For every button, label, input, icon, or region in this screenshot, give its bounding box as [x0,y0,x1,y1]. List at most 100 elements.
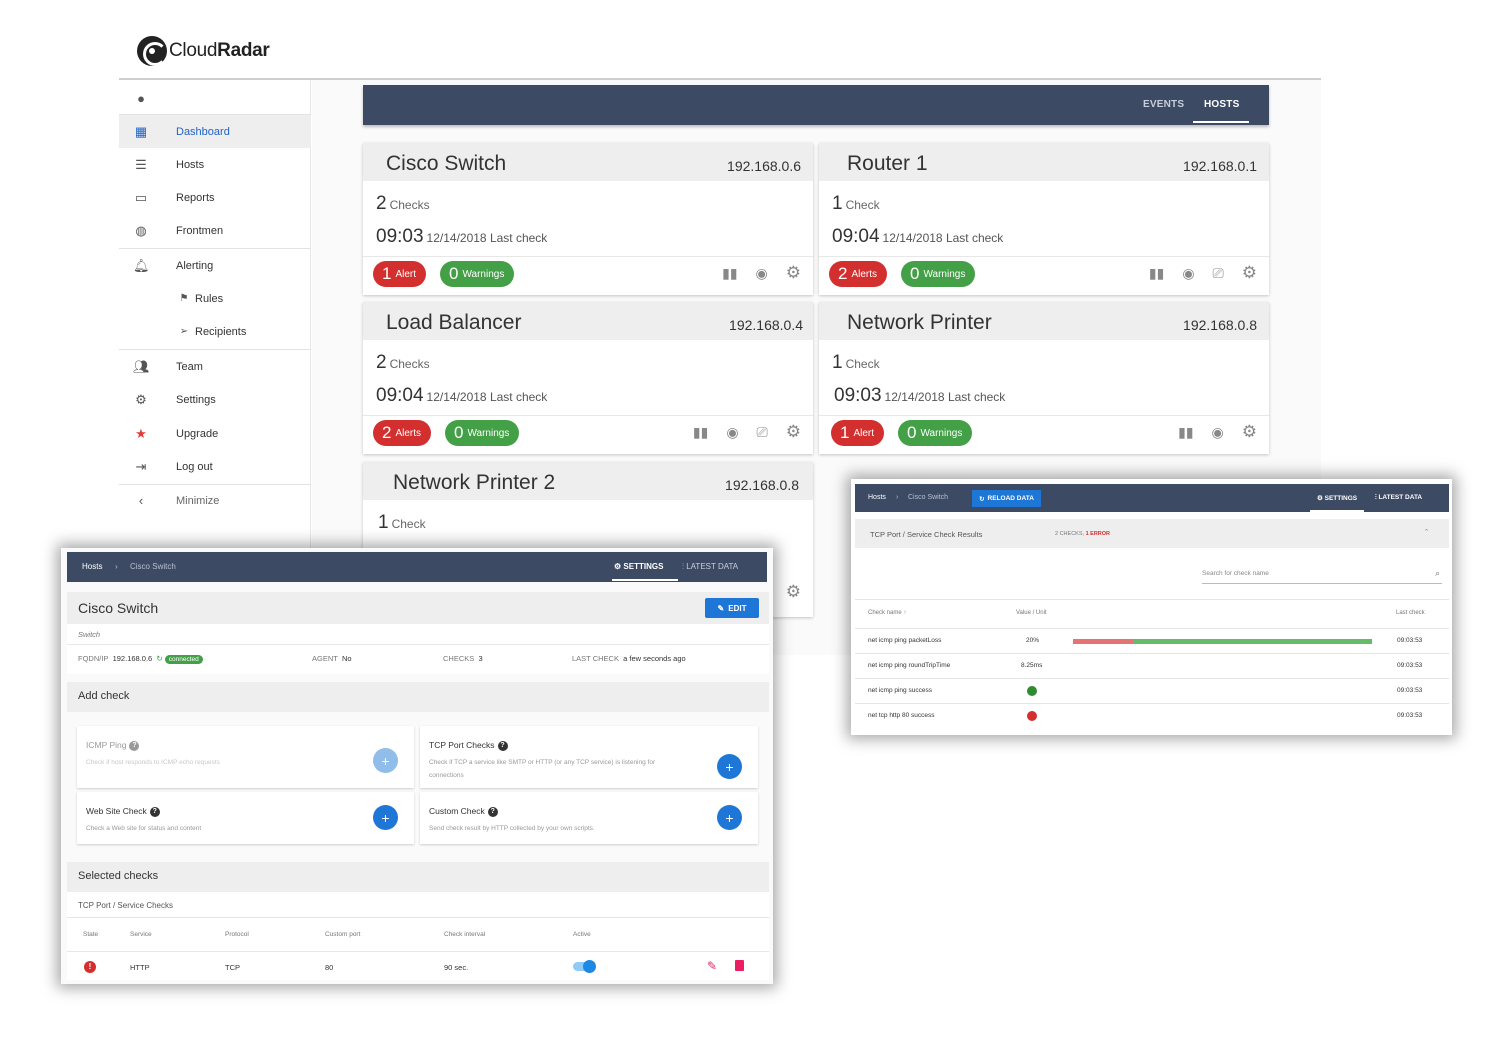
bar-chart-icon[interactable]: ▮▮ [722,265,737,282]
column-header-name[interactable]: Check name ↑ [868,610,906,616]
column-header[interactable]: Check interval [444,931,485,938]
column-header-last[interactable]: Last check [1396,610,1425,616]
reload-data-button[interactable]: ↻ RELOAD DATA [972,490,1041,507]
tab-underline [1310,510,1364,512]
sidebar-item-alerting[interactable]: 🔔︎ Alerting [119,249,311,282]
eye-icon[interactable]: ◉ [1182,265,1194,282]
host-card[interactable]: Cisco Switch 192.168.0.6 2 Checks 09:03 12… [363,143,813,295]
column-header[interactable]: Protocol [225,931,249,938]
sidebar-item-minimize[interactable]: ‹ Minimize [119,484,311,517]
host-card[interactable]: Load Balancer 192.168.0.4 2 Checks 09:04 1… [363,302,813,454]
eye-icon[interactable]: ◉ [756,265,768,282]
bar-chart-icon[interactable]: ▮▮ [1178,424,1193,441]
sidebar-item-hosts[interactable]: ☰ Hosts [119,148,311,181]
host-info-header [67,592,769,624]
check-type-custom[interactable]: Custom Check? Send check result by HTTP … [420,792,758,844]
add-icmp-button[interactable]: + [373,748,398,773]
sidebar-item-team[interactable]: 👥︎ Team [119,350,311,383]
breadcrumb-hosts[interactable]: Hosts [868,494,886,501]
alerts-badge[interactable]: 1 Alert [831,420,885,446]
list-icon: ☰ [135,156,147,172]
check-type-tcp[interactable]: TCP Port Checks? Check if TCP a service … [420,726,758,788]
add-website-button[interactable]: + [373,805,398,830]
tab-settings[interactable]: ⚙ SETTINGS [614,562,663,571]
edit-button[interactable]: ✎ EDIT [705,598,759,618]
sidebar-item-logout[interactable]: ⇥ Log out [119,450,311,483]
trash-icon[interactable] [735,960,744,971]
host-checks: 1 Check [378,512,426,533]
gear-icon[interactable]: ⚙ [1242,263,1257,283]
sidebar-item-frontmen[interactable]: ◍ Frontmen [119,214,311,247]
warnings-badge[interactable]: 0 Warnings [898,420,973,446]
refresh-icon: ↻ [979,495,985,503]
breadcrumb-host[interactable]: Cisco Switch [130,562,176,571]
host-checks: 2 Checks [376,352,430,373]
tab-underline [1193,121,1249,123]
tab-events[interactable]: EVENTS [1143,99,1184,110]
pencil-icon[interactable]: ✎ [707,959,717,973]
gear-icon: ⚙ [135,391,147,407]
eye-icon[interactable]: ◉ [726,424,738,441]
cast-icon[interactable]: ⎚ [757,424,768,441]
radar-logo-icon [137,36,167,66]
check-type-website[interactable]: Web Site Check? Check a Web site for sta… [77,792,414,844]
eye-icon[interactable]: ◉ [1212,424,1224,441]
gear-icon[interactable]: ⚙ [1242,422,1257,442]
warnings-badge[interactable]: 0 Warnings [901,261,976,287]
cast-icon[interactable]: ⎚ [1213,265,1224,282]
bar-chart-icon[interactable]: ▮▮ [1149,265,1164,282]
warnings-badge[interactable]: 0 Warnings [440,261,515,287]
alerts-badge[interactable]: 2 Alerts [829,261,888,287]
flag-icon: ⚑ [179,293,189,304]
warnings-badge[interactable]: 0 Warnings [445,420,520,446]
column-header[interactable]: Custom port [325,931,360,938]
add-tcp-button[interactable]: + [717,754,742,779]
tab-latest-data[interactable]: ⫶ LATEST DATA [682,562,738,572]
gear-icon[interactable]: ⚙ [786,422,801,442]
help-icon[interactable]: ? [129,740,140,751]
tab-latest-data[interactable]: ⫶ LATEST DATA [1375,494,1422,502]
check-title: Custom Check? [429,806,498,817]
check-type-icmp[interactable]: ICMP Ping? Check if host responds to ICM… [77,726,414,788]
help-icon[interactable]: ? [487,806,498,817]
gear-icon[interactable]: ⚙ [786,263,801,283]
sidebar-item-upgrade[interactable]: ★ Upgrade [119,417,311,450]
column-header[interactable]: Service [130,931,152,938]
row-protocol: TCP [225,963,240,972]
help-icon[interactable]: ? [497,740,508,751]
sidebar-item-settings[interactable]: ⚙ Settings [119,383,311,416]
sidebar-item-dashboard[interactable]: ▦ Dashboard [119,115,311,148]
host-settings-nav: Hosts › Cisco Switch ⚙ SETTINGS ⫶ LATEST… [67,552,767,582]
active-toggle[interactable] [573,960,596,973]
sidebar-item-rules[interactable]: ⚑ Rules [119,282,311,315]
host-last-check: 09:04 12/14/2018 Last check [832,226,1004,247]
tab-settings[interactable]: ⚙ SETTINGS [1317,494,1357,502]
column-header[interactable]: State [83,931,98,938]
breadcrumb-hosts[interactable]: Hosts [82,562,102,571]
card-divider [819,415,1269,416]
column-header-value[interactable]: Value / Unit [1016,610,1047,616]
chevron-right-icon: › [896,494,899,501]
alerts-badge[interactable]: 2 Alerts [373,420,432,446]
host-card[interactable]: Router 1 192.168.0.1 1 Check 09:04 12/14/2… [819,143,1269,295]
sidebar-item-recipients[interactable]: ➢ Recipients [119,315,311,348]
check-name: net tcp http 80 success [868,712,935,719]
refresh-icon[interactable]: ↻ [156,654,162,663]
divider [67,644,769,645]
sidebar-account[interactable]: ● [119,82,311,115]
tab-hosts[interactable]: HOSTS [1204,99,1239,110]
column-header[interactable]: Active [573,931,591,938]
host-checks: 1 Check [832,352,880,373]
host-card[interactable]: Network Printer 192.168.0.8 1 Check 09:03… [819,302,1269,454]
sidebar-item-reports[interactable]: ▭ Reports [119,181,311,214]
help-icon[interactable]: ? [149,806,160,817]
people-icon: 👥︎ [133,358,150,374]
alerts-badge[interactable]: 1 Alert [373,261,427,287]
gear-icon[interactable]: ⚙ [786,582,801,602]
chevron-up-icon[interactable]: ˆ [1425,528,1428,538]
host-ip: 192.168.0.1 [1183,158,1257,174]
breadcrumb-host[interactable]: Cisco Switch [908,494,948,501]
bar-chart-icon[interactable]: ▮▮ [693,424,708,441]
search-input[interactable]: Search for check name ⌕ [1202,568,1442,584]
add-custom-button[interactable]: + [717,805,742,830]
